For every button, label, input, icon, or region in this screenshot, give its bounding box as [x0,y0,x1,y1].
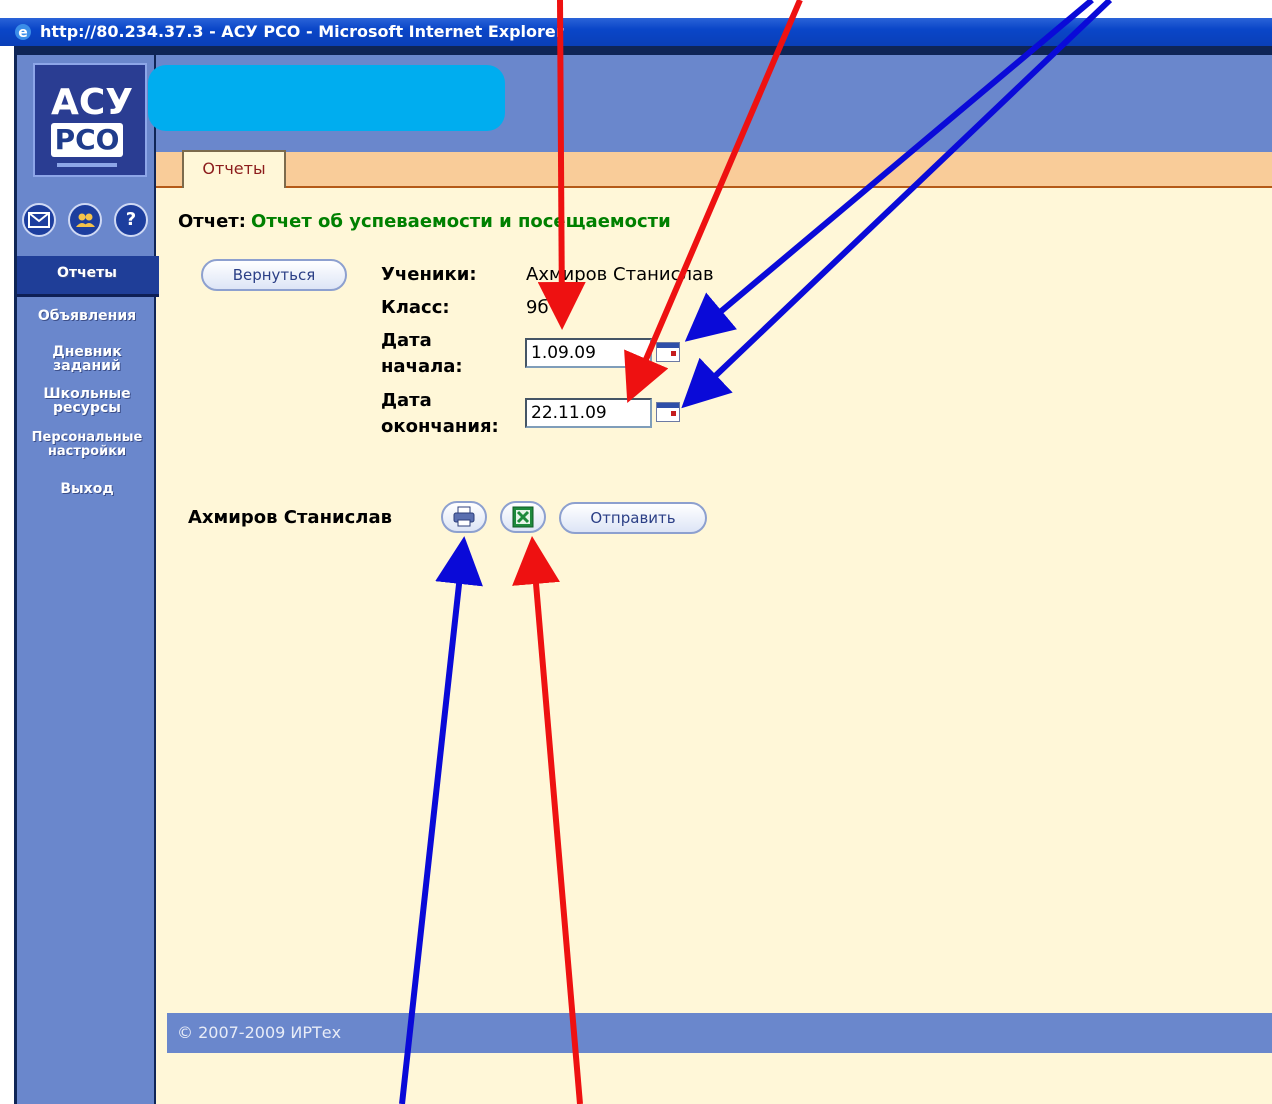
print-button[interactable] [441,501,487,533]
logo-line-1: АСУ [51,82,134,123]
end-date-input[interactable]: 22.11.09 [525,398,652,428]
content-area [156,152,1272,1104]
sidebar-item-announcements[interactable]: Объявления [17,309,157,323]
app-logo[interactable]: АСУ РСО [33,63,147,177]
class-value: 9б [526,297,549,318]
start-date-calendar-icon[interactable] [656,342,680,362]
window-title: http://80.234.37.3 - АСУ РСО - Microsoft… [40,22,564,41]
logo-line-2: РСО [51,123,123,157]
mail-icon[interactable] [22,203,56,237]
report-heading: Отчет: Отчет об успеваемости и посещаемо… [178,211,671,232]
redacted-patch [148,65,505,131]
svg-text:e: e [18,25,28,41]
report-heading-value: Отчет об успеваемости и посещаемости [251,211,671,232]
student-name: Ахмиров Станислав [188,507,393,528]
back-button[interactable]: Вернуться [201,259,347,291]
help-icon[interactable]: ? [114,203,148,237]
sidebar-item-diary[interactable]: Дневник заданий [27,345,147,373]
logo-stand [57,163,117,167]
start-date-input[interactable]: 1.09.09 [525,338,652,368]
printer-icon [453,506,475,527]
sidebar-item-reports[interactable]: Отчеты [17,266,157,280]
report-heading-label: Отчет: [178,211,246,232]
footer: © 2007-2009 ИРТех [167,1013,1272,1053]
sidebar-item-exit[interactable]: Выход [17,482,157,496]
students-label: Ученики: [381,264,477,285]
class-label: Класс: [381,297,450,318]
end-date-calendar-icon[interactable] [656,402,680,422]
export-excel-button[interactable] [500,501,546,533]
copyright: © 2007-2009 ИРТех [177,1023,342,1042]
users-icon[interactable] [68,203,102,237]
send-button[interactable]: Отправить [559,502,707,534]
end-date-label-line1: Дата [381,390,432,411]
excel-icon [512,506,534,528]
tab-reports[interactable]: Отчеты [182,150,286,188]
window-title-bar: e http://80.234.37.3 - АСУ РСО - Microso… [0,18,1272,46]
end-date-label-line2: окончания: [381,416,499,437]
sidebar-item-school-resources[interactable]: Школьные ресурсы [27,387,147,415]
start-date-label-line2: начала: [381,356,463,377]
students-value: Ахмиров Станислав [526,264,714,285]
ie-icon: e [15,24,31,41]
tab-strip [156,152,1272,188]
sidebar-item-settings[interactable]: Персональные настройки [12,431,162,459]
start-date-label-line1: Дата [381,330,432,351]
